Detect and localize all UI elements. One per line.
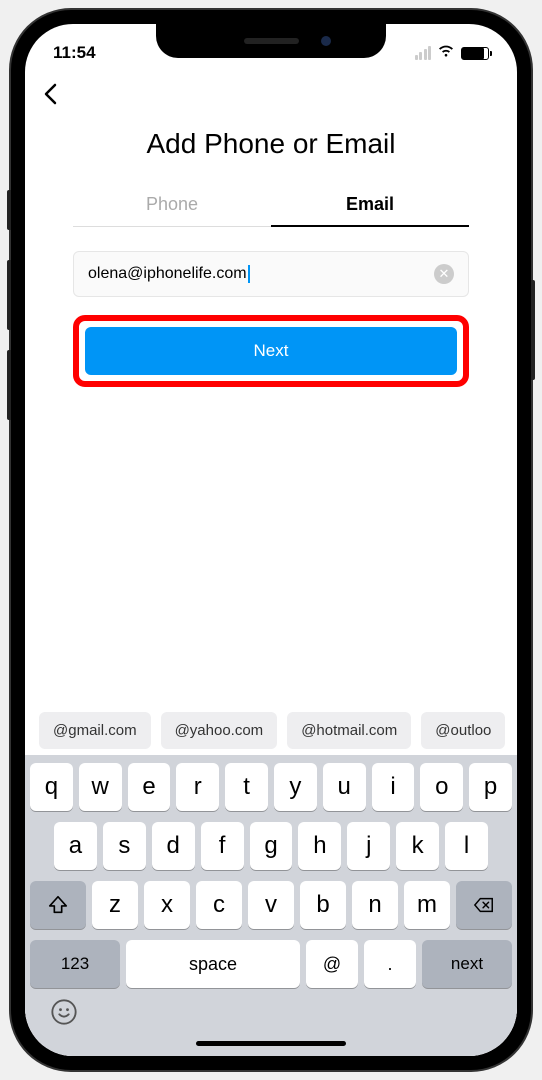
keyboard-row-3: z x c v b n m (30, 881, 512, 929)
keyboard: q w e r t y u i o p a s d f g h (25, 755, 517, 1056)
keyboard-row-2: a s d f g h j k l (30, 822, 512, 870)
speaker (244, 38, 299, 44)
key-e[interactable]: e (128, 763, 171, 811)
key-p[interactable]: p (469, 763, 512, 811)
key-f[interactable]: f (201, 822, 244, 870)
key-c[interactable]: c (196, 881, 242, 929)
key-z[interactable]: z (92, 881, 138, 929)
spacer (25, 387, 517, 702)
key-g[interactable]: g (250, 822, 293, 870)
key-w[interactable]: w (79, 763, 122, 811)
key-v[interactable]: v (248, 881, 294, 929)
status-indicators (415, 44, 490, 63)
notch (156, 24, 386, 58)
key-j[interactable]: j (347, 822, 390, 870)
key-i[interactable]: i (372, 763, 415, 811)
cellular-icon (415, 46, 432, 60)
tab-email[interactable]: Email (271, 184, 469, 227)
key-y[interactable]: y (274, 763, 317, 811)
front-camera (321, 36, 331, 46)
email-suggestions-bar: @gmail.com @yahoo.com @hotmail.com @outl… (25, 702, 517, 755)
power-button (531, 280, 535, 380)
key-b[interactable]: b (300, 881, 346, 929)
key-l[interactable]: l (445, 822, 488, 870)
tab-phone[interactable]: Phone (73, 184, 271, 227)
close-icon: ✕ (439, 266, 450, 282)
backspace-icon (473, 894, 495, 916)
nav-bar (25, 72, 517, 120)
key-k[interactable]: k (396, 822, 439, 870)
dot-key[interactable]: . (364, 940, 416, 988)
backspace-key[interactable] (456, 881, 512, 929)
text-cursor (248, 265, 250, 283)
next-button[interactable]: Next (85, 327, 457, 375)
home-indicator[interactable] (196, 1041, 346, 1046)
clear-input-button[interactable]: ✕ (434, 264, 454, 284)
suggestion-item[interactable]: @gmail.com (39, 712, 151, 749)
key-q[interactable]: q (30, 763, 73, 811)
keyboard-next-key[interactable]: next (422, 940, 512, 988)
at-key[interactable]: @ (306, 940, 358, 988)
shift-icon (47, 894, 69, 916)
suggestion-item[interactable]: @outloo (421, 712, 505, 749)
email-field[interactable]: olena@iphonelife.com (88, 265, 434, 283)
tabs: Phone Email (73, 184, 469, 227)
key-o[interactable]: o (420, 763, 463, 811)
shift-key[interactable] (30, 881, 86, 929)
key-m[interactable]: m (404, 881, 450, 929)
form-area: olena@iphonelife.com ✕ Next (25, 227, 517, 387)
battery-icon (461, 47, 489, 60)
screen: 11:54 Add Phone or Email Phone Email (25, 24, 517, 1056)
suggestion-item[interactable]: @yahoo.com (161, 712, 278, 749)
email-input-container[interactable]: olena@iphonelife.com ✕ (73, 251, 469, 297)
keyboard-footer (30, 988, 512, 1033)
space-key[interactable]: space (126, 940, 300, 988)
key-d[interactable]: d (152, 822, 195, 870)
annotation-highlight: Next (73, 315, 469, 387)
key-u[interactable]: u (323, 763, 366, 811)
wifi-icon (437, 44, 455, 63)
suggestion-item[interactable]: @hotmail.com (287, 712, 411, 749)
key-a[interactable]: a (54, 822, 97, 870)
page-title: Add Phone or Email (25, 120, 517, 184)
phone-frame: 11:54 Add Phone or Email Phone Email (11, 10, 531, 1070)
key-s[interactable]: s (103, 822, 146, 870)
keyboard-row-4: 123 space @ . next (30, 940, 512, 988)
mute-switch (7, 190, 11, 230)
key-x[interactable]: x (144, 881, 190, 929)
key-n[interactable]: n (352, 881, 398, 929)
back-button[interactable] (41, 82, 59, 111)
status-time: 11:54 (53, 43, 96, 63)
content-area: Add Phone or Email Phone Email olena@iph… (25, 72, 517, 1056)
volume-down-button (7, 350, 11, 420)
volume-up-button (7, 260, 11, 330)
emoji-button[interactable] (50, 998, 78, 1033)
emoji-icon (50, 998, 78, 1026)
key-r[interactable]: r (176, 763, 219, 811)
key-h[interactable]: h (298, 822, 341, 870)
keyboard-row-1: q w e r t y u i o p (30, 763, 512, 811)
numeric-key[interactable]: 123 (30, 940, 120, 988)
key-t[interactable]: t (225, 763, 268, 811)
